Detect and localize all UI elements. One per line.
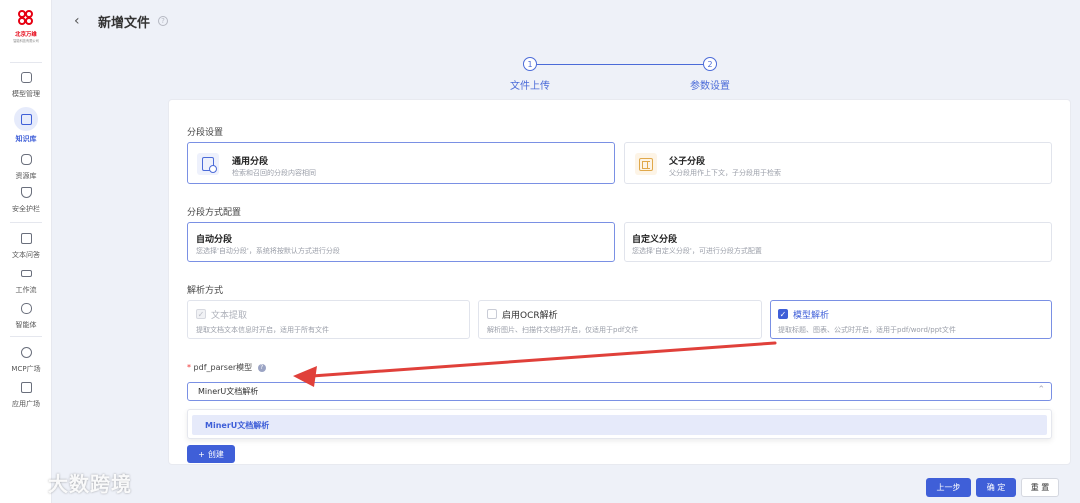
segment-section-label: 分段设置 [187,128,224,138]
option-title: 模型解析 [793,311,830,321]
book-icon [14,107,38,131]
sidebar-item-agent[interactable]: 智能体 [0,299,52,330]
database-icon [17,150,35,168]
robot-icon [17,299,35,317]
option-title: 文本提取 [211,311,248,321]
prev-step-button[interactable]: 上一步 [926,478,971,497]
chevron-up-icon[interactable]: ⌃ [1037,385,1045,395]
select-value: MinerU文档解析 [198,387,259,396]
watermark-text: 大数跨境 [48,472,132,496]
sidebar-item-label: 智能体 [15,321,37,329]
sidebar-divider [10,222,42,223]
page-title: 新增文件 [98,15,151,31]
checkbox-checked[interactable]: ✓ [778,309,788,319]
option-desc: 解析图片、扫描件文档时开启，仅适用于pdf文件 [487,326,639,334]
sidebar-item-guardrail[interactable]: 安全护栏 [0,183,52,214]
parser-model-select[interactable]: MinerU文档解析 ⌃ [187,382,1052,401]
step-2-label: 参数设置 [690,81,730,92]
sidebar-item-label: 资源库 [15,172,37,180]
watermark: 大数跨境 [8,468,132,497]
page-header: ‹ 新增文件 ? [52,0,1080,42]
method-section-label: 分段方式配置 [187,208,242,218]
watermark-logo-icon [8,471,42,494]
plus-icon: + [198,449,205,459]
parser-model-dropdown: MinerU文档解析 [187,409,1052,439]
dropdown-option[interactable]: MinerU文档解析 [192,415,1047,435]
option-title: 通用分段 [232,157,269,167]
create-button-label: 创建 [207,449,224,459]
option-desc: 您选择'自动分段'，系统将按默认方式进行分段 [196,247,340,255]
brand-name: 北京万维 [15,31,37,38]
option-title: 父子分段 [669,157,706,167]
parent-child-icon [635,153,657,175]
shield-icon [17,183,35,201]
dropdown-option-label: MinerU文档解析 [205,421,270,430]
workflow-icon [17,264,35,282]
option-desc: 检索和召回的分段内容相同 [232,169,316,177]
document-icon [197,153,219,175]
step-1-label: 文件上传 [510,81,550,92]
brand-logo[interactable]: 北京万维 智能科技有限公司 [8,8,44,52]
option-desc: 提取文档文本信息时开启，适用于所有文件 [196,326,329,334]
back-arrow-icon[interactable]: ‹ [74,13,88,29]
sidebar-item-mcp[interactable]: MCP广场 [0,343,52,374]
parse-option-ocr[interactable]: 启用OCR解析 解析图片、扫描件文档时开启，仅适用于pdf文件 [478,300,762,339]
sidebar-item-label: 安全护栏 [12,205,40,213]
info-icon[interactable]: ? [257,363,266,372]
sidebar-item-label: MCP广场 [11,365,41,373]
method-option-custom[interactable]: 自定义分段 您选择'自定义分段'，可进行分段方式配置 [624,222,1052,262]
step-connector [537,64,703,65]
create-button[interactable]: + 创建 [187,445,235,463]
checkbox-unchecked[interactable] [487,309,497,319]
confirm-button[interactable]: 确 定 [976,478,1016,497]
checkbox-disabled-checked: ✓ [196,309,206,319]
china-unicom-logo-icon [16,8,36,28]
option-desc: 父分段用作上下文，子分段用于检索 [669,169,781,177]
reset-button[interactable]: 重 置 [1021,478,1059,497]
sidebar-item-resources[interactable]: 资源库 [0,150,52,181]
option-title: 自定义分段 [632,235,678,245]
option-title: 启用OCR解析 [502,311,558,321]
step-2-circle: 2 [703,57,717,71]
text-icon [17,229,35,247]
required-mark: * [187,363,191,372]
help-icon[interactable]: ? [158,16,169,26]
mcp-icon [17,343,35,361]
stepper: 1 2 文件上传 参数设置 [0,57,1080,93]
sidebar-item-label: 应用广场 [12,400,40,408]
segment-option-parent-child[interactable]: 父子分段 父分段用作上下文，子分段用于检索 [624,142,1052,184]
brand-subtitle: 智能科技有限公司 [13,38,39,43]
sidebar-item-label: 工作流 [15,286,37,294]
sidebar-item-label: 文本问答 [12,251,40,259]
option-desc: 您选择'自定义分段'，可进行分段方式配置 [632,247,762,255]
sidebar-item-workflow[interactable]: 工作流 [0,264,52,295]
sidebar-item-apps[interactable]: 应用广场 [0,378,52,409]
parser-field-label-text: pdf_parser模型 [193,363,253,372]
app-icon [17,378,35,396]
method-option-auto[interactable]: 自动分段 您选择'自动分段'，系统将按默认方式进行分段 [187,222,615,262]
segment-option-general[interactable]: 通用分段 检索和召回的分段内容相同 [187,142,615,184]
sidebar-item-label: 知识库 [15,135,37,143]
parse-option-model[interactable]: ✓ 模型解析 提取标题、图表、公式时开启，适用于pdf/word/ppt文件 [770,300,1052,339]
sidebar-item-text-qa[interactable]: 文本问答 [0,229,52,260]
step-1-circle: 1 [523,57,537,71]
sidebar-divider [10,336,42,337]
option-desc: 提取标题、图表、公式时开启，适用于pdf/word/ppt文件 [778,326,956,334]
parse-section-label: 解析方式 [187,286,224,296]
parser-field-label: * pdf_parser模型 ? [187,362,266,373]
option-title: 自动分段 [196,235,233,245]
parse-option-text-extract[interactable]: ✓ 文本提取 提取文档文本信息时开启，适用于所有文件 [187,300,470,339]
sidebar-item-knowledge[interactable]: 知识库 [0,107,52,144]
